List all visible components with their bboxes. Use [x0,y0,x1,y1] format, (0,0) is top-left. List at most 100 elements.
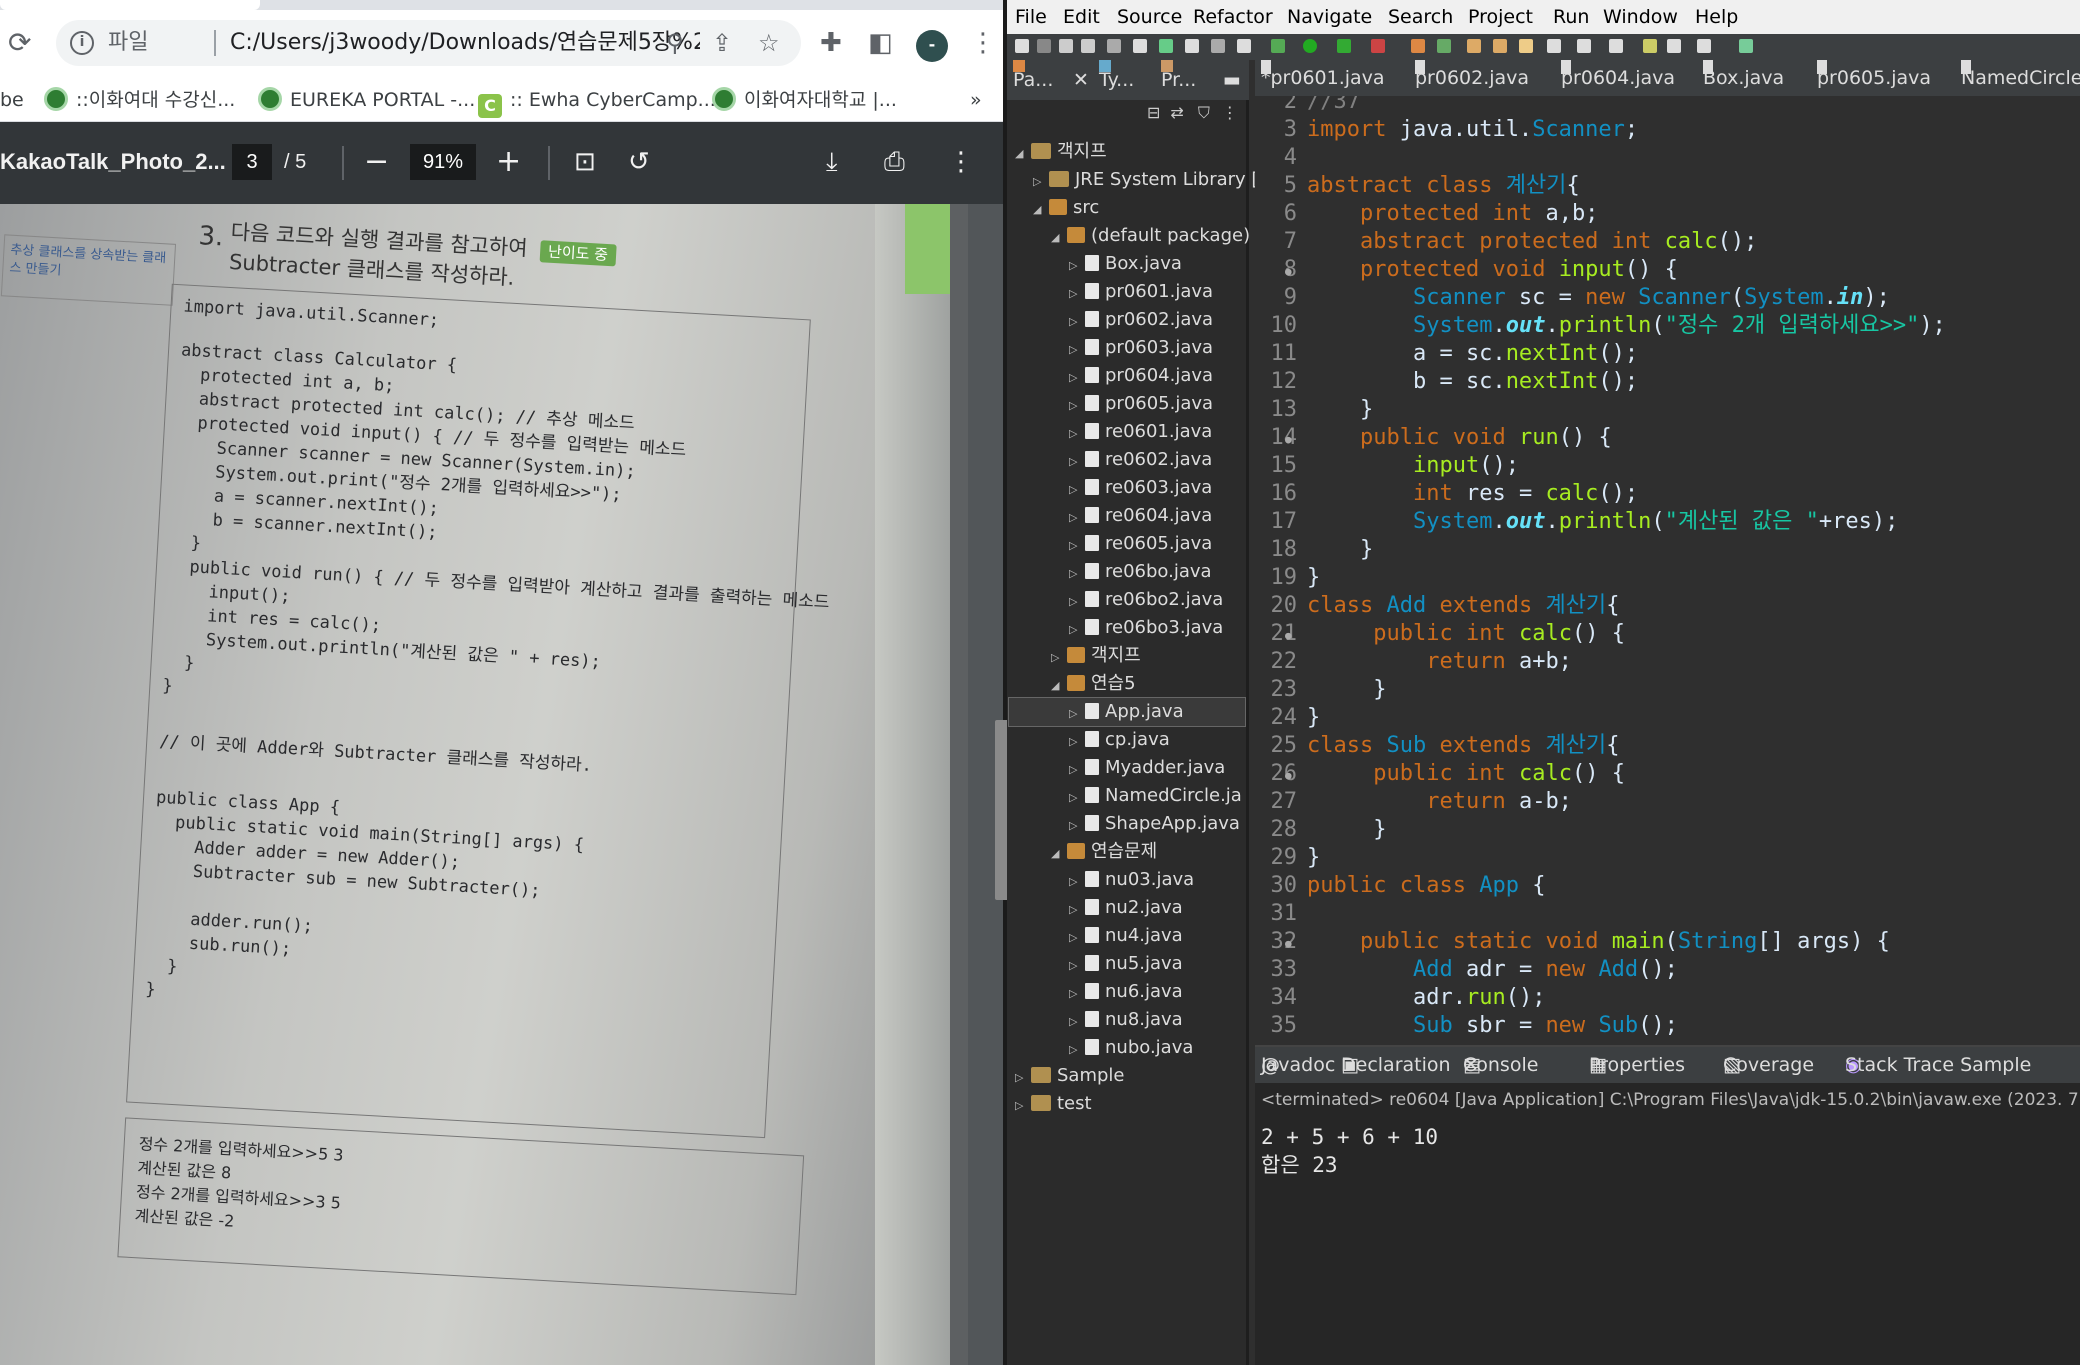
bookmark-item[interactable]: 이화여자대학교 |... [712,78,897,122]
minimize-icon[interactable]: ▬ [1223,60,1241,100]
menu-source[interactable]: Source [1117,0,1182,34]
code-line[interactable]: } [1307,564,1320,592]
expand-right-icon[interactable]: ▷ [1069,952,1085,980]
profile-avatar[interactable]: - [916,30,948,62]
kebab-menu-icon[interactable]: ⋮ [970,28,996,58]
tree-item[interactable]: ▷ nu03.java [1069,866,1194,894]
code-line[interactable]: } [1307,536,1373,564]
code-line[interactable]: b = sc.nextInt(); [1307,368,1638,396]
code-line[interactable]: System.out.println("계산된 값은 "+res); [1307,508,1898,536]
tree-item[interactable]: ▷ nubo.java [1069,1034,1193,1062]
expand-right-icon[interactable]: ▷ [1069,924,1085,952]
expand-right-icon[interactable]: ▷ [1069,504,1085,532]
toggle-icon[interactable] [1107,39,1121,53]
expand-down-icon[interactable]: ◢ [1051,224,1067,252]
expand-right-icon[interactable]: ▷ [1069,868,1085,896]
menu-navigate[interactable]: Navigate [1287,0,1372,34]
code-line[interactable]: return a+b; [1307,648,1572,676]
tree-item[interactable]: ▷ test [1015,1090,1092,1118]
tree-item[interactable]: ▷ NamedCircle.ja [1069,782,1242,810]
extensions-icon[interactable]: ✚ [820,28,842,58]
side-panel-icon[interactable]: ◧ [868,28,893,58]
tree-item[interactable]: ▷ Sample [1015,1062,1125,1090]
expand-right-icon[interactable]: ▷ [1069,588,1085,616]
expand-right-icon[interactable]: ▷ [1069,448,1085,476]
expand-right-icon[interactable]: ▷ [1069,1008,1085,1036]
tree-item[interactable]: ▷ pr0601.java [1069,278,1213,306]
code-line[interactable]: public void run() { [1307,424,1612,452]
omnibox[interactable]: i 파일 C:/Users/j3woody/Downloads/연습문제5장%2… [56,20,801,66]
browser-tab[interactable] [0,0,260,10]
tree-item[interactable]: ▷ nu6.java [1069,978,1183,1006]
page-number-input[interactable]: 3 [232,144,272,180]
expand-right-icon[interactable]: ▷ [1069,476,1085,504]
expand-right-icon[interactable]: ▷ [1069,1036,1085,1064]
save-icon[interactable] [1059,39,1073,53]
zoom-in-button[interactable]: + [496,144,521,180]
tree-item[interactable]: ▷ nu4.java [1069,922,1183,950]
new-icon[interactable] [1015,39,1029,53]
expand-down-icon[interactable]: ◢ [1015,140,1031,168]
tree-item[interactable]: ▷ pr0605.java [1069,390,1213,418]
annotation-icon[interactable] [1547,39,1561,53]
download-icon[interactable]: ⤓ [826,144,838,180]
expand-right-icon[interactable]: ▷ [1033,168,1049,196]
expand-right-icon[interactable]: ▷ [1069,308,1085,336]
open-type-icon[interactable] [1493,39,1507,53]
bookmark-item[interactable]: C:: Ewha CyberCamp... [478,78,716,122]
expand-right-icon[interactable]: ▷ [1069,784,1085,812]
search-icon[interactable] [1519,39,1533,53]
menu-window[interactable]: Window [1603,0,1678,34]
expand-right-icon[interactable]: ▷ [1069,616,1085,644]
menu-search[interactable]: Search [1388,0,1453,34]
tree-item[interactable]: ▷ App.java [1008,697,1246,728]
expand-right-icon[interactable]: ▷ [1069,336,1085,364]
task-icon[interactable] [1237,39,1251,53]
external-tools-icon[interactable] [1371,39,1385,53]
tree-item[interactable]: ◢ src [1033,194,1099,222]
expand-down-icon[interactable]: ◢ [1051,840,1067,868]
back-icon[interactable] [1667,39,1681,53]
expand-right-icon[interactable]: ▷ [1069,700,1085,728]
fit-page-icon[interactable]: ⊡ [574,144,596,180]
bookmark-item[interactable]: EUREKA PORTAL -... [258,78,475,122]
last-edit-icon[interactable] [1643,39,1657,53]
bookmarks-overflow-button[interactable]: » [970,78,982,122]
console-output-line[interactable]: 합은 23 [1261,1151,1338,1179]
open-icon[interactable] [1037,39,1051,53]
tree-item[interactable]: ▷ re06bo3.java [1069,614,1223,642]
tree-item[interactable]: ▷ JRE System Library [j [1033,166,1263,194]
tree-item[interactable]: ▷ nu5.java [1069,950,1183,978]
collapse-all-icon[interactable]: ⊟ [1147,103,1160,122]
code-line[interactable]: class Sub extends 계산기{ [1307,732,1619,760]
expand-down-icon[interactable]: ◢ [1051,672,1067,700]
code-line[interactable]: import java.util.Scanner; [1307,116,1638,144]
code-line[interactable]: public int calc() { [1307,620,1625,648]
code-line[interactable]: int res = calc(); [1307,480,1638,508]
code-line[interactable]: abstract class 계산기{ [1307,172,1580,200]
code-line[interactable]: } [1307,676,1386,704]
tree-item[interactable]: ▷ pr0602.java [1069,306,1213,334]
code-line[interactable]: Add adr = new Add(); [1307,956,1678,984]
filter-icon[interactable]: ⛉ [1198,103,1210,122]
code-line[interactable]: public static void main(String[] args) { [1307,928,1890,956]
tree-item[interactable]: ◢ (default package) [1051,222,1250,250]
expand-right-icon[interactable]: ▷ [1069,728,1085,756]
code-line[interactable]: Sub sbr = new Sub(); [1307,1012,1678,1040]
code-line[interactable]: input(); [1307,452,1519,480]
code-line[interactable]: Scanner sc = new Scanner(System.in); [1307,284,1890,312]
menu-edit[interactable]: Edit [1063,0,1100,34]
tree-item[interactable]: ▷ 객지프 [1051,642,1141,670]
perspective-icon[interactable] [1739,39,1753,53]
fold-marker-icon[interactable]: ● [1285,930,1292,958]
next-annotation-icon[interactable] [1577,39,1591,53]
fold-marker-icon[interactable]: ● [1285,426,1292,454]
tree-item[interactable]: ◢ 연습문제 [1051,838,1157,866]
tree-item[interactable]: ▷ re0602.java [1069,446,1212,474]
code-line[interactable]: } [1307,396,1373,424]
pdf-viewer[interactable]: 3. 다음 코드와 실행 결과를 참고하여 난이도 중 Subtracter 클… [0,204,1003,1365]
breakpoint-icon[interactable] [1133,39,1147,53]
expand-right-icon[interactable]: ▷ [1015,1064,1031,1092]
new-java-project-icon[interactable] [1411,39,1425,53]
close-icon[interactable]: ✕ [1463,1047,1479,1083]
